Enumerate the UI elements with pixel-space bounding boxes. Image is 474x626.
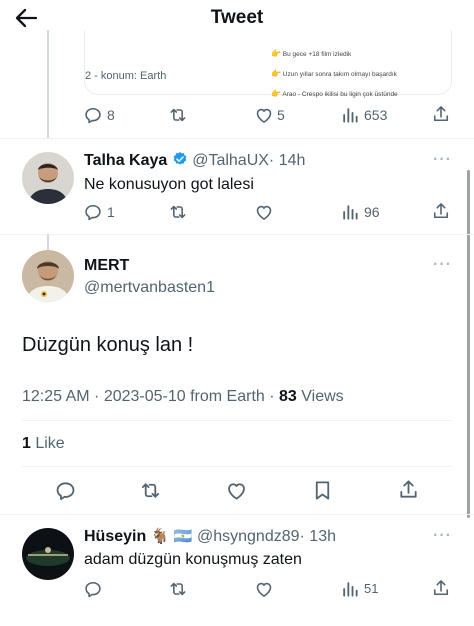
tweet-timestamp[interactable]: 12:25 AM · 2023-05-10 from Earth · 83 Vi… (22, 388, 344, 406)
bookmark-icon[interactable] (311, 479, 334, 502)
like-icon[interactable] (254, 202, 274, 222)
views-count: 96 (364, 204, 380, 220)
tweet-text: adam düzgün konuşmuş zaten (84, 551, 302, 568)
reply-count: 8 (107, 107, 115, 123)
tweet-text: Ne konusuyon got lalesi (84, 176, 254, 193)
like-icon[interactable] (254, 105, 274, 125)
views-count: 653 (364, 107, 388, 123)
views-count: 51 (364, 581, 379, 596)
share-icon[interactable] (431, 104, 451, 124)
quoted-item: 👉 Bu gece +18 film izledik (271, 49, 352, 58)
tweet-time[interactable]: · 14h (269, 152, 305, 169)
reply2-header: Hüseyin 🐐 🇦🇷 @hsyngndz89· 13h (84, 527, 336, 546)
reply-icon[interactable] (83, 202, 103, 222)
author-handle[interactable]: @mertvanbasten1 (84, 279, 215, 297)
like-icon[interactable] (225, 479, 248, 502)
quoted-item: 👉 Arao - Crespo ikilisi bu ligin çok üst… (271, 89, 398, 98)
retweet-icon[interactable] (168, 105, 188, 125)
more-icon[interactable]: ··· (433, 256, 452, 274)
thread-line (47, 30, 49, 138)
flag-emoji-icon: 🇦🇷 (173, 528, 193, 545)
views-icon[interactable] (340, 202, 360, 222)
divider (22, 420, 452, 421)
avatar[interactable] (22, 152, 74, 204)
retweet-icon[interactable] (139, 479, 162, 502)
like-count: 5 (277, 107, 285, 123)
divider (22, 466, 452, 467)
reply-icon[interactable] (54, 479, 77, 502)
divider (0, 514, 474, 515)
avatar[interactable] (22, 250, 74, 302)
divider (0, 138, 474, 139)
reply-icon[interactable] (83, 105, 103, 125)
author-name[interactable]: Talha Kaya (84, 152, 167, 169)
views-icon[interactable] (340, 105, 360, 125)
divider (0, 234, 474, 235)
author-handle[interactable]: @TalhaUX (192, 152, 269, 169)
retweet-icon[interactable] (168, 579, 188, 599)
verified-badge-icon (172, 151, 188, 172)
quoted-tweet-card[interactable]: 2 - konum: Earth 👉 Bu gece +18 film izle… (84, 30, 452, 98)
author-name[interactable]: MERT (84, 257, 129, 275)
quoted-item: 👉 Uzun yıllar sonra takım olmayı başardı… (271, 69, 397, 78)
share-icon[interactable] (397, 478, 420, 501)
reply-count: 1 (107, 204, 115, 220)
avatar[interactable] (22, 528, 74, 580)
pointing-hand-icon: 👉 (271, 69, 281, 78)
page-title: Tweet (210, 7, 264, 28)
like-icon[interactable] (254, 579, 274, 599)
tweet-time[interactable]: · 13h (300, 528, 336, 545)
views-count: 83 (279, 388, 297, 405)
more-icon[interactable]: ··· (433, 151, 452, 169)
quoted-list: 👉 Bu gece +18 film izledik 👉 Uzun yıllar… (271, 44, 398, 104)
retweet-icon[interactable] (168, 202, 188, 222)
share-icon[interactable] (431, 578, 451, 598)
author-handle[interactable]: @hsyngndz89 (197, 528, 300, 545)
like-stat[interactable]: 1 Like (22, 435, 65, 453)
author-name[interactable]: Hüseyin (84, 528, 146, 545)
reply1-header: Talha Kaya @TalhaUX· 14h (84, 151, 305, 172)
goat-emoji-icon: 🐐 (150, 528, 170, 545)
main-tweet-text: Düzgün konuş lan ! (22, 334, 194, 356)
reply-icon[interactable] (83, 579, 103, 599)
scrollbar[interactable] (467, 170, 470, 518)
more-icon[interactable]: ··· (433, 527, 452, 545)
views-icon[interactable] (340, 579, 360, 599)
quoted-meta: 2 - konum: Earth (85, 70, 167, 82)
pointing-hand-icon: 👉 (271, 49, 281, 58)
pointing-hand-icon: 👉 (271, 89, 281, 98)
thread-line (47, 234, 49, 250)
share-icon[interactable] (431, 201, 451, 221)
